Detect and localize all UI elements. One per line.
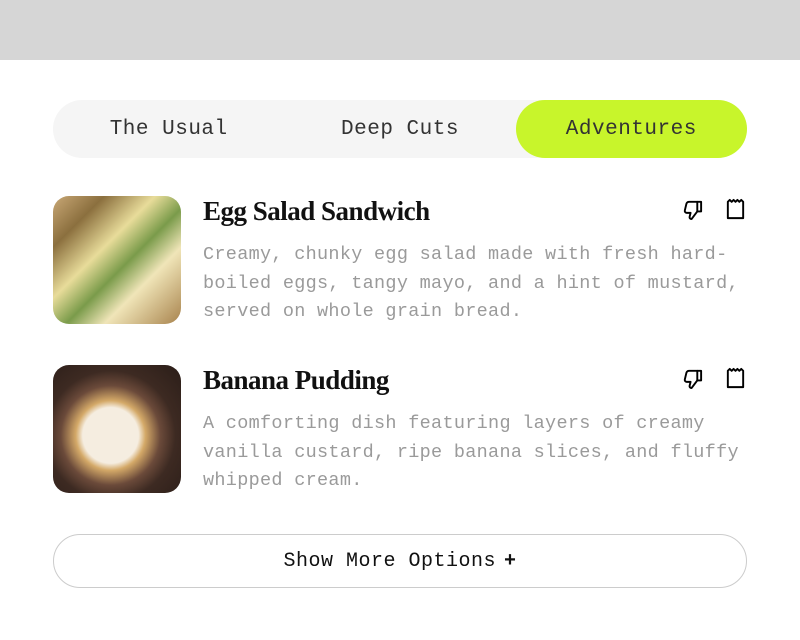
item-actions [681, 196, 747, 221]
item-title: Egg Salad Sandwich [203, 196, 430, 227]
tab-adventures[interactable]: Adventures [516, 100, 747, 158]
item-description: A comforting dish featuring layers of cr… [203, 410, 747, 496]
item-image [53, 196, 181, 324]
item-image [53, 365, 181, 493]
item-header: Banana Pudding [203, 365, 747, 396]
receipt-icon[interactable] [724, 367, 747, 390]
plus-icon: + [504, 550, 517, 573]
item-body: Banana Pudding A comforting dish featuri… [203, 365, 747, 496]
item-body: Egg Salad Sandwich Creamy, chunky egg sa… [203, 196, 747, 327]
thumbs-down-icon[interactable] [681, 367, 704, 390]
tab-the-usual[interactable]: The Usual [53, 100, 284, 158]
list-item: Egg Salad Sandwich Creamy, chunky egg sa… [53, 196, 747, 327]
show-more-label: Show More Options [283, 550, 496, 573]
category-tabs: The Usual Deep Cuts Adventures [53, 100, 747, 158]
item-title: Banana Pudding [203, 365, 389, 396]
thumbs-down-icon[interactable] [681, 198, 704, 221]
main-content: The Usual Deep Cuts Adventures Egg Salad… [0, 60, 800, 588]
top-bar [0, 0, 800, 60]
show-more-button[interactable]: Show More Options + [53, 534, 747, 588]
list-item: Banana Pudding A comforting dish featuri… [53, 365, 747, 496]
item-description: Creamy, chunky egg salad made with fresh… [203, 241, 747, 327]
tab-deep-cuts[interactable]: Deep Cuts [284, 100, 515, 158]
item-header: Egg Salad Sandwich [203, 196, 747, 227]
receipt-icon[interactable] [724, 198, 747, 221]
item-actions [681, 365, 747, 390]
